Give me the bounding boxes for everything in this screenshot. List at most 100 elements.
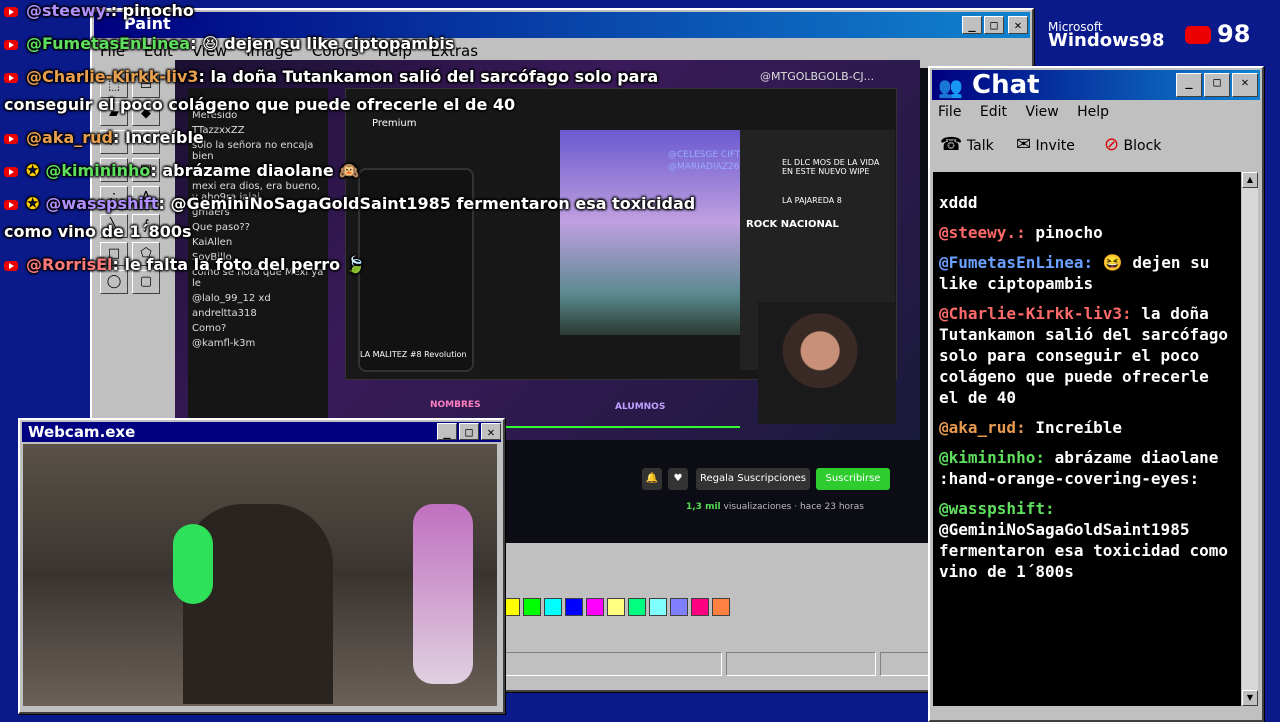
chat-title: Chat bbox=[972, 70, 1040, 100]
minimize-button[interactable]: _ bbox=[962, 16, 982, 34]
stream-watermark: @MTGOLBGOLB-CJ... bbox=[760, 70, 875, 83]
youtube-icon bbox=[4, 133, 18, 144]
paint-statusbar bbox=[502, 652, 932, 678]
minimize-button[interactable]: _ bbox=[437, 423, 457, 440]
overlay-row: @Charlie-Kirkk-liv3: la doña Tutankamon … bbox=[4, 66, 658, 87]
swatch-1[interactable] bbox=[523, 598, 541, 616]
heart-icon[interactable]: ♥ bbox=[668, 468, 688, 490]
video-age: hace 23 horas bbox=[799, 502, 864, 512]
overlay-user: @Charlie-Kirkk-liv3 bbox=[26, 67, 199, 86]
chat-message: @aka_rud: Increíble bbox=[939, 417, 1235, 438]
headphone-icon bbox=[173, 524, 213, 604]
maximize-button[interactable]: □ bbox=[984, 16, 1004, 34]
message-user[interactable]: @wasspshift: bbox=[939, 499, 1055, 518]
invite-button[interactable]: ✉ Invite bbox=[1016, 134, 1075, 155]
youtube-icon bbox=[4, 199, 18, 210]
stream-chat-line: Como? bbox=[192, 323, 227, 334]
invite-icon: ✉ bbox=[1016, 134, 1032, 155]
swatch-4[interactable] bbox=[586, 598, 604, 616]
views-count: 1,3 mil bbox=[686, 502, 721, 512]
youtube-icon bbox=[4, 166, 18, 177]
stream-chat-line: andreltta318 bbox=[192, 308, 257, 319]
overlay-user: @steewy. bbox=[26, 1, 111, 20]
chat-message: @Charlie-Kirkk-liv3: la doña Tutankamon … bbox=[939, 303, 1235, 408]
chat-titlebar[interactable]: 👥 Chat _ □ ✕ bbox=[932, 70, 1260, 100]
yt-video-thumbnail[interactable] bbox=[560, 130, 740, 335]
talk-button[interactable]: ☎ Talk bbox=[940, 134, 994, 155]
maximize-button[interactable]: □ bbox=[459, 423, 479, 440]
chat-scrollbar[interactable]: ▲ ▼ bbox=[1242, 172, 1258, 706]
block-button[interactable]: ⊘ Block bbox=[1104, 134, 1161, 155]
related-title[interactable]: LA PAJAREDA 8 bbox=[782, 196, 895, 205]
overlay-text: conseguir el poco colágeno que puede ofr… bbox=[4, 95, 516, 114]
overlay-user: @wasspshift bbox=[45, 194, 159, 213]
windows98-logo: Microsoft Windows98 bbox=[1048, 20, 1164, 51]
scroll-down-icon[interactable]: ▼ bbox=[1242, 690, 1258, 706]
overlay-user: @kimininho bbox=[45, 161, 151, 180]
youtube-icon bbox=[4, 39, 18, 50]
message-user[interactable]: @Charlie-Kirkk-liv3: bbox=[939, 304, 1132, 323]
overlay-row: @aka_rud: Increíble bbox=[4, 127, 204, 148]
chat-menu-edit[interactable]: Edit bbox=[980, 104, 1007, 120]
chat-log[interactable]: xddd @steewy.: pinocho @FumetasEnLinea: … bbox=[933, 172, 1241, 706]
chat-menu-help[interactable]: Help bbox=[1077, 104, 1109, 120]
status-pane-1 bbox=[502, 652, 722, 676]
swatch-6[interactable] bbox=[628, 598, 646, 616]
chat-menu-file[interactable]: File bbox=[938, 104, 961, 120]
stream-chat-panel: Meresido TTazzxxZZ solo la señora no enc… bbox=[188, 88, 328, 418]
overlay-text: : pinocho bbox=[110, 1, 194, 20]
close-button[interactable]: ✕ bbox=[1232, 73, 1258, 97]
overlay-text: : Increíble bbox=[112, 128, 204, 147]
subscribe-button[interactable]: Suscribirse bbox=[816, 468, 890, 490]
gift-subs-button[interactable]: Regala Suscripciones bbox=[696, 468, 810, 490]
overlay-user: @FumetasEnLinea bbox=[26, 34, 191, 53]
message-user[interactable]: @kimininho: bbox=[939, 448, 1045, 467]
users-icon: 👥 bbox=[938, 75, 963, 99]
invite-label: Invite bbox=[1035, 138, 1075, 154]
talk-label: Talk bbox=[966, 138, 994, 154]
stream-chat-line: @kamfl-k3m bbox=[192, 338, 256, 349]
swatch-9[interactable] bbox=[691, 598, 709, 616]
webcam-feed bbox=[23, 444, 497, 706]
overlay-text: : la doña Tutankamon salió del sarcófago… bbox=[198, 67, 659, 86]
message-user[interactable]: @steewy.: bbox=[939, 223, 1026, 242]
related-title[interactable]: ROCK NACIONAL bbox=[746, 219, 895, 230]
chat-message: @steewy.: pinocho bbox=[939, 222, 1235, 243]
minimize-button[interactable]: _ bbox=[1176, 73, 1202, 97]
message-user[interactable]: @FumetasEnLinea: bbox=[939, 253, 1093, 272]
related-title[interactable]: EL DLC MOS DE LA VIDA EN ESTE NUEVO WIPE bbox=[782, 158, 892, 176]
mention-2: @MARIADIAZ2636 bbox=[668, 162, 751, 172]
swatch-10[interactable] bbox=[712, 598, 730, 616]
bell-icon[interactable]: 🔔 bbox=[642, 468, 662, 490]
youtube-icon bbox=[1185, 26, 1211, 44]
yt-action-bar: 🔔 ♥ Regala Suscripciones Suscribirse 1,3… bbox=[500, 462, 920, 522]
webcam-titlebar[interactable]: Webcam.exe _ □ ✕ bbox=[22, 422, 501, 442]
message-text: Increíble bbox=[1025, 418, 1123, 437]
streamer-cam-inset bbox=[758, 302, 896, 424]
chat-message: @kimininho: abrázame diaolane :hand-oran… bbox=[939, 447, 1235, 489]
swatch-8[interactable] bbox=[670, 598, 688, 616]
star-badge-icon: ✪ bbox=[26, 194, 40, 213]
chat-message: xddd bbox=[939, 192, 1235, 213]
swatch-5[interactable] bbox=[607, 598, 625, 616]
chat-menu-view[interactable]: View bbox=[1025, 104, 1058, 120]
maximize-button[interactable]: □ bbox=[1204, 73, 1230, 97]
yt-premium-label: Premium bbox=[372, 118, 417, 129]
webcam-title: Webcam.exe bbox=[28, 423, 136, 441]
swatch-2[interactable] bbox=[544, 598, 562, 616]
overlay-text: : @GeminiNoSagaGoldSaint1985 fermentaron… bbox=[158, 194, 696, 213]
youtube-icon bbox=[4, 72, 18, 83]
scroll-up-icon[interactable]: ▲ bbox=[1242, 172, 1258, 188]
swatch-7[interactable] bbox=[649, 598, 667, 616]
chat-message: @wasspshift: @GeminiNoSagaGoldSaint1985 … bbox=[939, 498, 1235, 582]
overlay-user: @aka_rud bbox=[26, 128, 113, 147]
swatch-3[interactable] bbox=[565, 598, 583, 616]
close-button[interactable]: ✕ bbox=[481, 423, 501, 440]
message-user[interactable]: @aka_rud: bbox=[939, 418, 1026, 437]
close-button[interactable]: ✕ bbox=[1008, 16, 1028, 34]
overlay-row: @steewy.: pinocho bbox=[4, 0, 194, 21]
yt-number: 98 bbox=[1217, 20, 1251, 48]
overlay-text: como vino de 1´800s bbox=[4, 222, 192, 241]
overlay-row: conseguir el poco colágeno que puede ofr… bbox=[4, 94, 515, 115]
overlay-text: : le falta la foto del perro 🍃 bbox=[112, 255, 366, 274]
